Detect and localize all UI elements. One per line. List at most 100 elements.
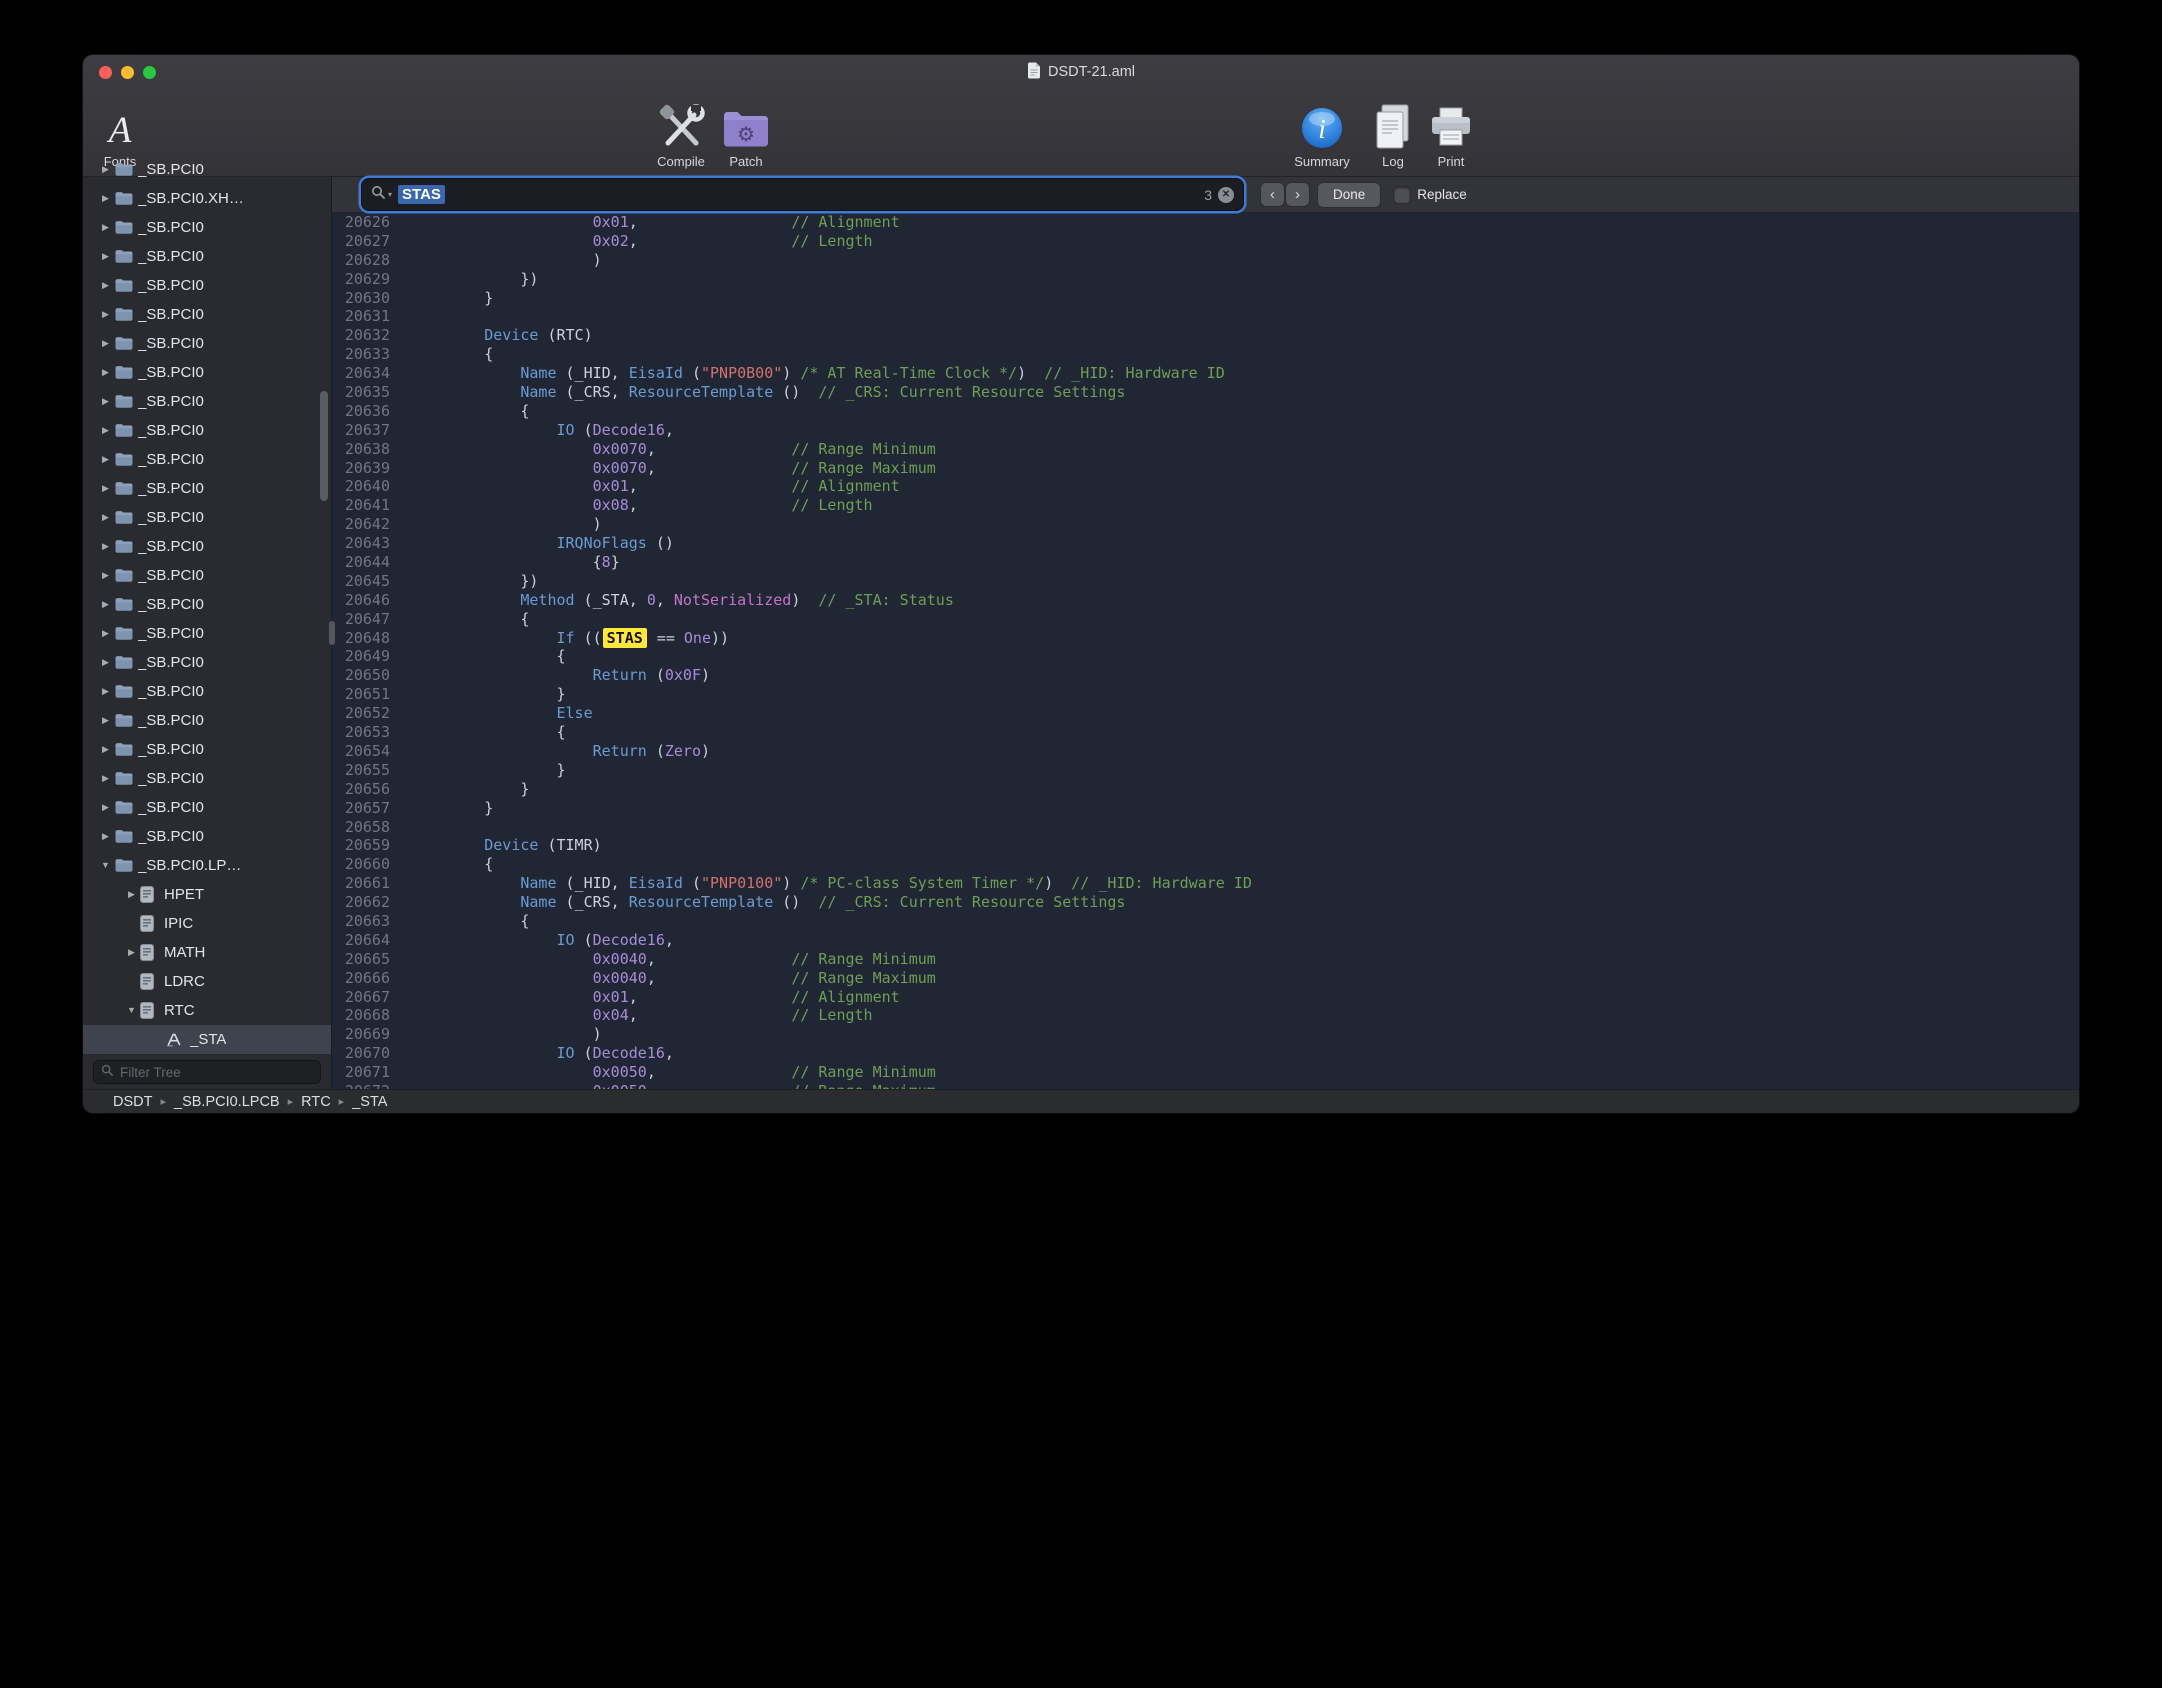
summary-button[interactable]: i Summary (1285, 93, 1359, 169)
sidebar-item-sb-pci0[interactable]: ▶_SB.PCI0 (83, 793, 331, 822)
sidebar-item-sb-pci0[interactable]: ▶_SB.PCI0 (83, 445, 331, 474)
code-line[interactable]: 20666 0x0040, // Range Maximum (332, 969, 2079, 988)
filter-tree-input[interactable] (118, 1064, 313, 1081)
disclosure-collapsed-icon[interactable]: ▶ (97, 686, 114, 697)
code-line[interactable]: 20641 0x08, // Length (332, 496, 2079, 515)
disclosure-collapsed-icon[interactable]: ▶ (97, 831, 114, 842)
code-line[interactable]: 20648 If ((STAS == One)) (332, 629, 2079, 648)
code-line[interactable]: 20639 0x0070, // Range Maximum (332, 459, 2079, 478)
sidebar-item-hpet[interactable]: ▶HPET (83, 880, 331, 909)
sidebar-item-math[interactable]: ▶MATH (83, 938, 331, 967)
sidebar-item-sb-pci0[interactable]: ▶_SB.PCI0 (83, 387, 331, 416)
code-line[interactable]: 20647 { (332, 610, 2079, 629)
sidebar-item-sb-pci0[interactable]: ▶_SB.PCI0 (83, 329, 331, 358)
disclosure-collapsed-icon[interactable]: ▶ (123, 889, 140, 900)
code-line[interactable]: 20636 { (332, 402, 2079, 421)
code-line[interactable]: 20665 0x0040, // Range Minimum (332, 950, 2079, 969)
code-line[interactable]: 20649 { (332, 647, 2079, 666)
patch-button[interactable]: ⚙ Patch (717, 93, 775, 169)
disclosure-collapsed-icon[interactable]: ▶ (97, 193, 114, 204)
disclosure-collapsed-icon[interactable]: ▶ (97, 628, 114, 639)
code-line[interactable]: 20631 (332, 307, 2079, 326)
sidebar-scrollbar-thumb[interactable] (320, 391, 328, 501)
disclosure-collapsed-icon[interactable]: ▶ (97, 396, 114, 407)
done-button[interactable]: Done (1318, 183, 1380, 207)
code-line[interactable]: 20645 }) (332, 572, 2079, 591)
disclosure-collapsed-icon[interactable]: ▶ (97, 657, 114, 668)
sidebar-item-sb-pci0[interactable]: ▶_SB.PCI0 (83, 503, 331, 532)
sidebar-item-sb-pci0[interactable]: ▶_SB.PCI0 (83, 590, 331, 619)
code-line[interactable]: 20643 IRQNoFlags () (332, 534, 2079, 553)
close-button[interactable] (99, 66, 112, 79)
sidebar-item-sb-pci0[interactable]: ▶_SB.PCI0 (83, 213, 331, 242)
code-line[interactable]: 20626 0x01, // Alignment (332, 213, 2079, 232)
code-line[interactable]: 20635 Name (_CRS, ResourceTemplate () //… (332, 383, 2079, 402)
sidebar-item-sb-pci0[interactable]: ▶_SB.PCI0 (83, 561, 331, 590)
chevron-down-icon[interactable]: ▾ (388, 190, 392, 199)
tree-outline[interactable]: ▶_SB.PCI0▶_SB.PCI0.XH…▶_SB.PCI0▶_SB.PCI0… (83, 155, 331, 1056)
breadcrumb-item[interactable]: DSDT (113, 1094, 152, 1110)
print-button[interactable]: Print (1425, 93, 1477, 169)
disclosure-expanded-icon[interactable]: ▼ (123, 1005, 140, 1015)
code-line[interactable]: 20664 IO (Decode16, (332, 931, 2079, 950)
disclosure-collapsed-icon[interactable]: ▶ (97, 570, 114, 581)
code-line[interactable]: 20653 { (332, 723, 2079, 742)
code-line[interactable]: 20662 Name (_CRS, ResourceTemplate () //… (332, 893, 2079, 912)
code-line[interactable]: 20660 { (332, 855, 2079, 874)
code-line[interactable]: 20644 {8} (332, 553, 2079, 572)
code-line[interactable]: 20656 } (332, 780, 2079, 799)
code-line[interactable]: 20670 IO (Decode16, (332, 1044, 2079, 1063)
disclosure-expanded-icon[interactable]: ▼ (97, 860, 114, 870)
code-line[interactable]: 20633 { (332, 345, 2079, 364)
sidebar-item-sta[interactable]: _STA (83, 1025, 331, 1054)
sidebar-item-sb-pci0[interactable]: ▶_SB.PCI0 (83, 619, 331, 648)
sidebar-item-sb-pci0[interactable]: ▶_SB.PCI0 (83, 242, 331, 271)
disclosure-collapsed-icon[interactable]: ▶ (97, 599, 114, 610)
sidebar-divider-handle[interactable] (329, 621, 335, 645)
code-line[interactable]: 20668 0x04, // Length (332, 1006, 2079, 1025)
code-line[interactable]: 20628 ) (332, 251, 2079, 270)
code-line[interactable]: 20632 Device (RTC) (332, 326, 2079, 345)
disclosure-collapsed-icon[interactable]: ▶ (97, 367, 114, 378)
disclosure-collapsed-icon[interactable]: ▶ (97, 773, 114, 784)
disclosure-collapsed-icon[interactable]: ▶ (97, 338, 114, 349)
find-previous-button[interactable]: ‹ (1261, 183, 1284, 206)
sidebar-item-sb-pci0[interactable]: ▶_SB.PCI0 (83, 822, 331, 851)
code-line[interactable]: 20659 Device (TIMR) (332, 836, 2079, 855)
log-button[interactable]: Log (1368, 93, 1418, 169)
title-bar[interactable]: DSDT-21.aml (83, 55, 2079, 89)
disclosure-collapsed-icon[interactable]: ▶ (97, 483, 114, 494)
code-line[interactable]: 20669 ) (332, 1025, 2079, 1044)
replace-checkbox[interactable] (1394, 187, 1410, 203)
disclosure-collapsed-icon[interactable]: ▶ (97, 425, 114, 436)
sidebar-item-sb-pci0[interactable]: ▶_SB.PCI0 (83, 474, 331, 503)
sidebar-item-sb-pci0-lp[interactable]: ▼_SB.PCI0.LP… (83, 851, 331, 880)
disclosure-collapsed-icon[interactable]: ▶ (97, 222, 114, 233)
search-input[interactable]: ▾ STAS 3 ✕ (362, 179, 1243, 210)
code-line[interactable]: 20630 } (332, 289, 2079, 308)
code-line[interactable]: 20654 Return (Zero) (332, 742, 2079, 761)
code-line[interactable]: 20651 } (332, 685, 2079, 704)
clear-search-button[interactable]: ✕ (1218, 187, 1234, 203)
sidebar-item-sb-pci0[interactable]: ▶_SB.PCI0 (83, 677, 331, 706)
code-line[interactable]: 20663 { (332, 912, 2079, 931)
disclosure-collapsed-icon[interactable]: ▶ (97, 309, 114, 320)
code-line[interactable]: 20672 0x0050, // Range Maximum (332, 1082, 2079, 1089)
disclosure-collapsed-icon[interactable]: ▶ (97, 744, 114, 755)
disclosure-collapsed-icon[interactable]: ▶ (97, 251, 114, 262)
sidebar-item-sb-pci0[interactable]: ▶_SB.PCI0 (83, 271, 331, 300)
sidebar-item-sb-pci0[interactable]: ▶_SB.PCI0 (83, 764, 331, 793)
sidebar-item-sb-pci0[interactable]: ▶_SB.PCI0 (83, 706, 331, 735)
zoom-button[interactable] (143, 66, 156, 79)
sidebar-item-sb-pci0-xh[interactable]: ▶_SB.PCI0.XH… (83, 184, 331, 213)
disclosure-collapsed-icon[interactable]: ▶ (97, 541, 114, 552)
disclosure-collapsed-icon[interactable]: ▶ (97, 512, 114, 523)
code-line[interactable]: 20637 IO (Decode16, (332, 421, 2079, 440)
sidebar-item-sb-pci0[interactable]: ▶_SB.PCI0 (83, 155, 331, 184)
code-line[interactable]: 20658 (332, 818, 2079, 837)
compile-button[interactable]: Compile (649, 93, 713, 169)
find-next-button[interactable]: › (1286, 183, 1309, 206)
code-line[interactable]: 20650 Return (0x0F) (332, 666, 2079, 685)
sidebar-item-sb-pci0[interactable]: ▶_SB.PCI0 (83, 648, 331, 677)
disclosure-collapsed-icon[interactable]: ▶ (97, 280, 114, 291)
